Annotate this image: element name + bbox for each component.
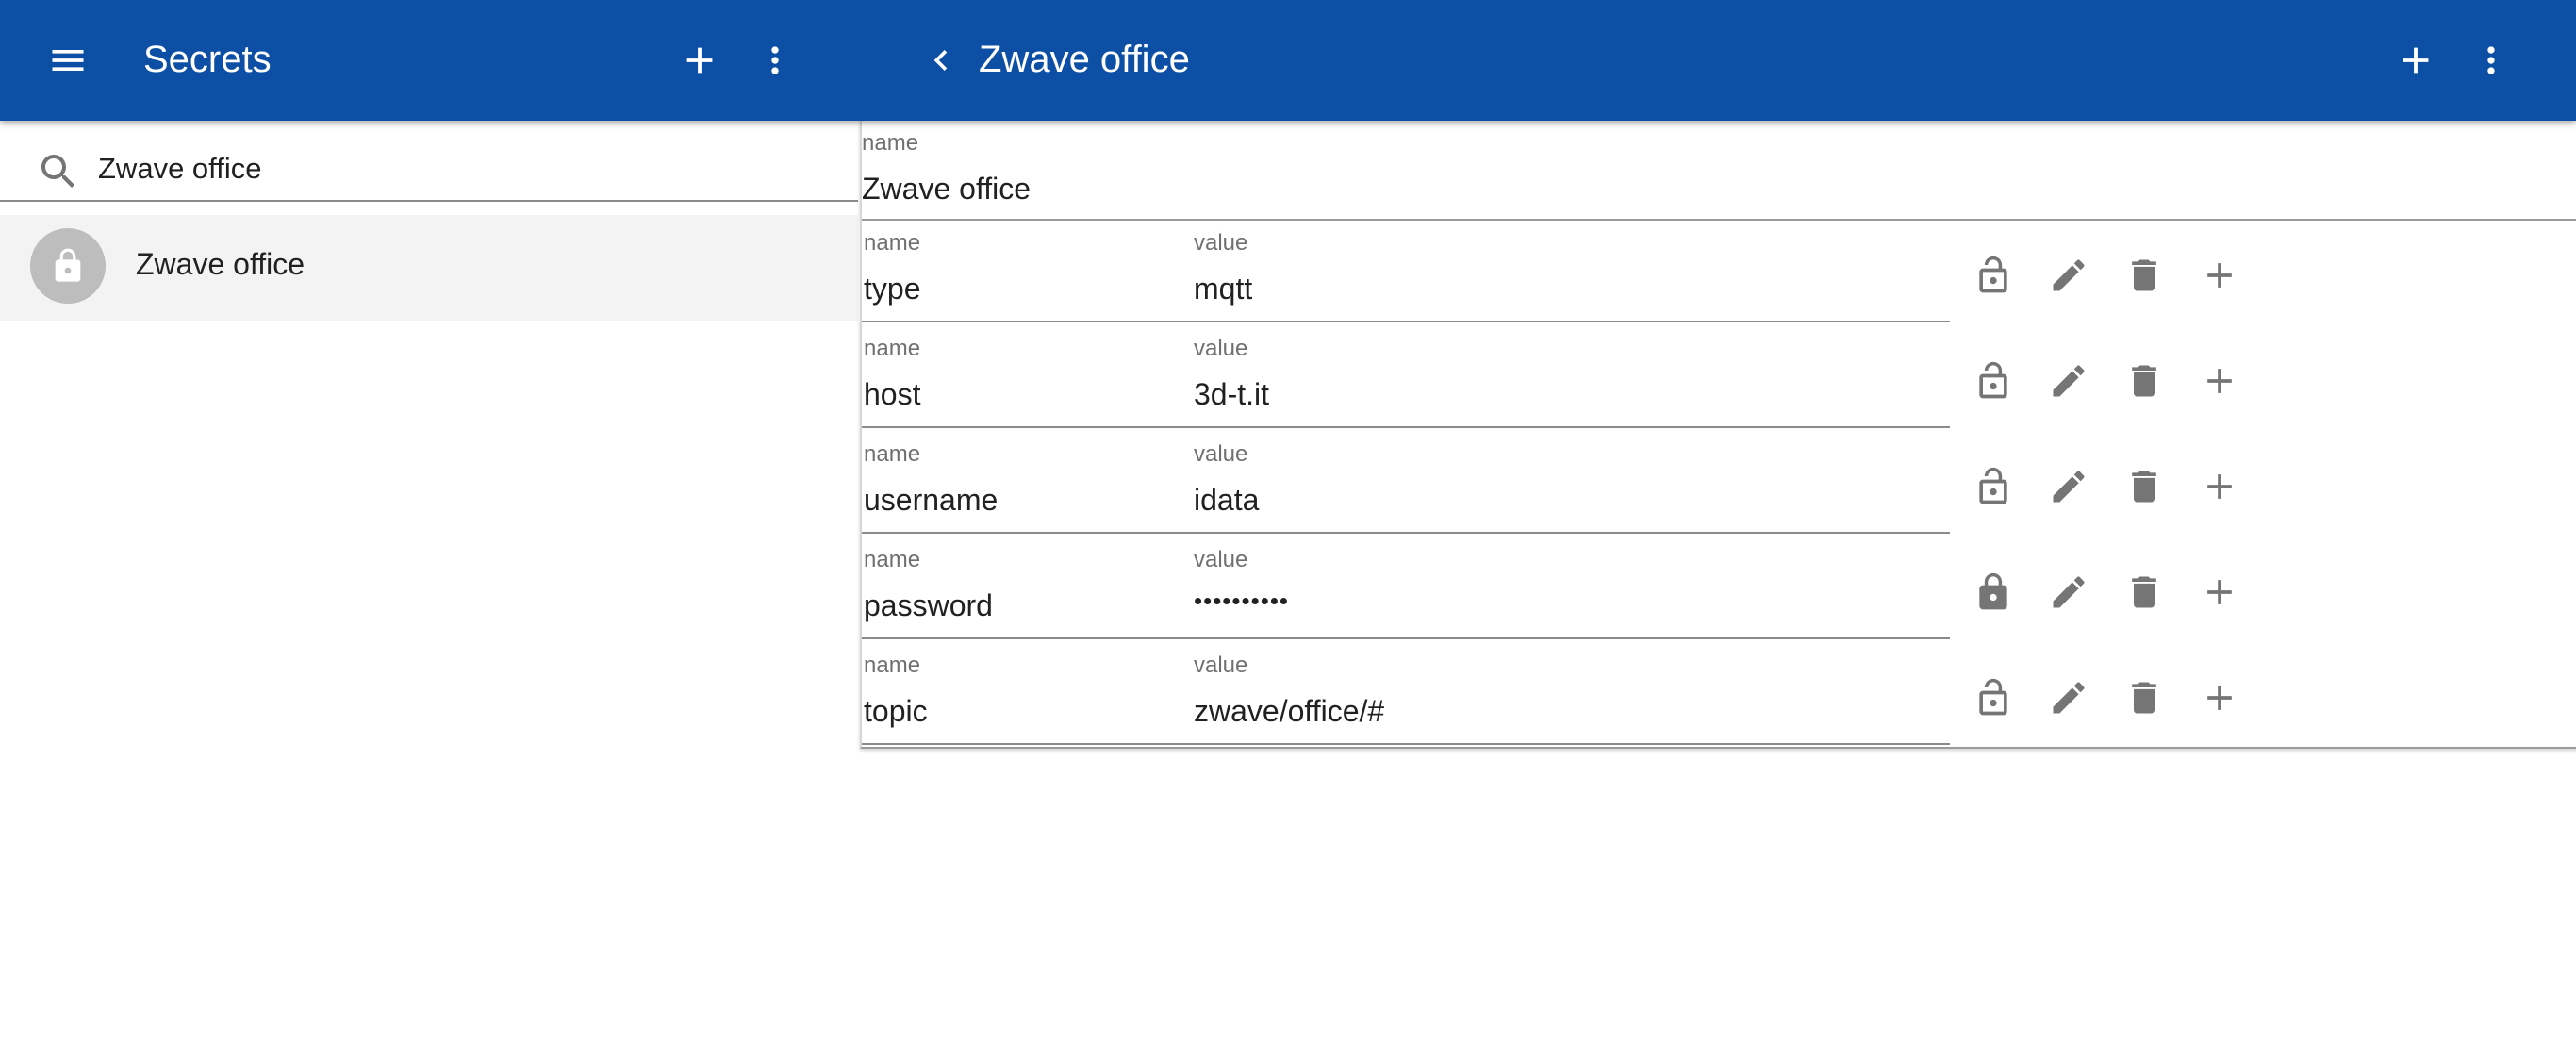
add-icon[interactable] <box>2189 456 2250 517</box>
lock-open-icon[interactable] <box>1963 351 2023 411</box>
secret-detail-card: name Zwave office name type value mqtt n… <box>860 121 2576 749</box>
field-underline <box>862 637 1950 639</box>
secret-name-value: Zwave office <box>862 172 1032 206</box>
secret-name-field[interactable]: name Zwave office <box>862 121 2576 221</box>
edit-icon[interactable] <box>2039 456 2099 517</box>
lock-open-icon[interactable] <box>1963 245 2023 306</box>
field-value-label: value <box>1194 230 1248 256</box>
search-input[interactable] <box>98 143 815 194</box>
delete-icon[interactable] <box>2114 351 2174 411</box>
search-bar <box>0 121 858 202</box>
lock-open-icon[interactable] <box>1963 668 2023 728</box>
field-value-label: value <box>1194 547 1248 572</box>
lock-icon <box>55 248 81 282</box>
add-secret-button[interactable] <box>671 32 728 89</box>
delete-icon[interactable] <box>2114 668 2174 728</box>
lock-open-icon[interactable] <box>1963 456 2023 517</box>
field-underline <box>862 426 1950 428</box>
secret-name-label: name <box>862 130 919 156</box>
field-name-label: name <box>864 336 921 361</box>
password-value-input[interactable]: •••••••••• <box>1194 587 1289 616</box>
app-title: Secrets <box>143 39 272 80</box>
field-value-input[interactable]: idata <box>1194 483 1259 518</box>
field-value-input[interactable]: 3d-t.it <box>1194 377 1269 412</box>
detail-more-vert-icon[interactable] <box>2463 32 2519 89</box>
field-name-label: name <box>864 653 921 678</box>
field-actions <box>1963 562 2284 622</box>
field-name-input[interactable]: type <box>864 272 920 306</box>
field-name-label: name <box>864 441 921 467</box>
field-row: name username value idata <box>862 432 2576 537</box>
field-name-input[interactable]: username <box>864 483 998 518</box>
delete-icon[interactable] <box>2114 562 2174 622</box>
add-icon[interactable] <box>2189 668 2250 728</box>
field-row: name topic value zwave/office/# <box>862 643 2576 749</box>
field-actions <box>1963 668 2284 728</box>
edit-icon[interactable] <box>2039 562 2099 622</box>
field-value-label: value <box>1194 336 1248 361</box>
more-vert-icon[interactable] <box>747 32 803 89</box>
field-actions <box>1963 456 2284 517</box>
edit-icon[interactable] <box>2039 668 2099 728</box>
field-name-label: name <box>864 547 921 572</box>
avatar <box>30 228 106 304</box>
secrets-list-pane: Zwave office <box>0 121 858 1058</box>
edit-icon[interactable] <box>2039 245 2099 306</box>
field-name-input[interactable]: topic <box>864 694 928 729</box>
field-name-input[interactable]: host <box>864 377 920 412</box>
menu-icon[interactable] <box>40 32 96 89</box>
field-value-label: value <box>1194 441 1248 467</box>
list-item-label: Zwave office <box>136 247 305 281</box>
field-row: name host value 3d-t.it <box>862 326 2576 432</box>
edit-icon[interactable] <box>2039 351 2099 411</box>
field-name-input[interactable]: password <box>864 588 993 623</box>
search-icon <box>41 155 74 188</box>
back-chevron-icon[interactable] <box>913 32 969 89</box>
add-icon[interactable] <box>2189 351 2250 411</box>
app-bar: Secrets Zwave office <box>0 0 2576 121</box>
field-underline <box>862 532 1950 534</box>
delete-icon[interactable] <box>2114 245 2174 306</box>
field-value-input[interactable]: mqtt <box>1194 272 1252 306</box>
field-underline <box>862 743 1950 745</box>
field-actions <box>1963 351 2284 411</box>
field-underline <box>862 321 1950 322</box>
field-value-label: value <box>1194 653 1248 678</box>
lock-icon[interactable] <box>1963 562 2023 622</box>
detail-title: Zwave office <box>979 39 1190 80</box>
add-icon[interactable] <box>2189 245 2250 306</box>
delete-icon[interactable] <box>2114 456 2174 517</box>
field-row: name password value •••••••••• <box>862 537 2576 643</box>
field-row: name type value mqtt <box>862 221 2576 326</box>
list-item-zwave-office[interactable]: Zwave office <box>0 215 858 321</box>
field-value-input[interactable]: zwave/office/# <box>1194 694 1384 729</box>
add-field-button[interactable] <box>2387 32 2444 89</box>
add-icon[interactable] <box>2189 562 2250 622</box>
field-actions <box>1963 245 2284 306</box>
field-name-label: name <box>864 230 921 256</box>
